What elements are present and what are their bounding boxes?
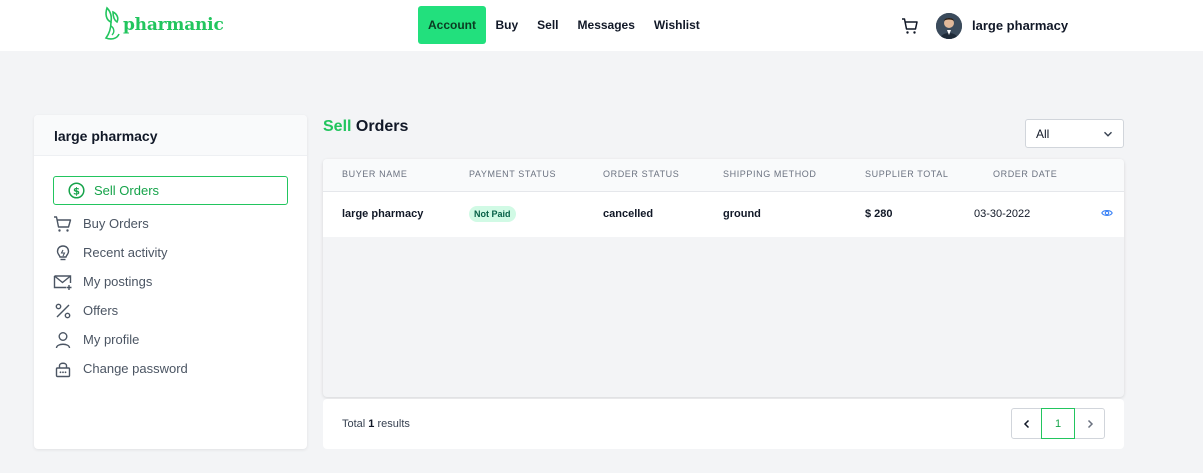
table-row[interactable]: large pharmacy Not Paid cancelled ground… (323, 192, 1124, 237)
brand-logo[interactable]: pharmanic (103, 6, 224, 44)
table-header: Buyer Name Payment Status Order Status S… (323, 159, 1124, 192)
sidebar-item-label: Buy Orders (83, 216, 149, 231)
col-payment-status[interactable]: Payment Status (469, 169, 556, 179)
cell-buyer: large pharmacy (342, 208, 424, 220)
sidebar-menu: $ Sell Orders Buy Orders Recent activity… (53, 176, 288, 383)
nav-account[interactable]: Account (418, 6, 486, 44)
nav-buy[interactable]: Buy (486, 6, 528, 44)
sidebar-item-label: Change password (83, 361, 188, 376)
sidebar-item-label: My profile (83, 332, 140, 347)
pagination: 1 (1011, 408, 1105, 439)
sidebar-item-offers[interactable]: Offers (53, 296, 288, 325)
orders-table: Buyer Name Payment Status Order Status S… (323, 159, 1124, 397)
prev-page-button[interactable] (1011, 408, 1042, 439)
filter-selected-value: All (1036, 126, 1050, 141)
sidebar-title: large pharmacy (34, 115, 307, 156)
results-prefix: Total (342, 418, 369, 430)
cell-shipping: ground (723, 208, 761, 220)
cart-icon[interactable] (900, 16, 920, 36)
nav-messages[interactable]: Messages (568, 6, 644, 44)
svg-text:$: $ (73, 186, 80, 197)
results-suffix: results (374, 418, 410, 430)
cart-icon (53, 214, 73, 234)
sidebar-item-recent-activity[interactable]: Recent activity (53, 238, 288, 267)
sidebar-item-sell-orders[interactable]: $ Sell Orders (53, 176, 288, 205)
cell-order-status: cancelled (603, 208, 654, 220)
col-order-status[interactable]: Order Status (603, 169, 679, 179)
view-eye-icon[interactable] (1101, 206, 1113, 218)
lock-icon (53, 359, 73, 379)
sidebar-item-label: Recent activity (83, 245, 168, 260)
cell-date: 03-30-2022 (974, 208, 1031, 220)
sidebar-item-change-password[interactable]: Change password (53, 354, 288, 383)
page-title-rest: Orders (351, 118, 409, 135)
status-filter-select[interactable]: All (1025, 119, 1124, 148)
sidebar-item-my-postings[interactable]: My postings (53, 267, 288, 296)
chevron-right-icon (1087, 419, 1093, 428)
sidebar-item-label: Offers (83, 303, 119, 318)
next-page-button[interactable] (1074, 408, 1105, 439)
col-order-date[interactable]: Order Date (993, 169, 1057, 179)
sidebar-item-label: My postings (83, 274, 153, 289)
page-title: Sell Orders (323, 118, 408, 136)
user-name[interactable]: large pharmacy (972, 18, 1068, 33)
percent-icon (53, 301, 73, 321)
mail-icon (53, 272, 73, 292)
leaf-logo-icon (104, 6, 120, 40)
brand-name: pharmanic (123, 15, 224, 35)
account-sidebar: large pharmacy $ Sell Orders Buy Orders … (34, 115, 307, 449)
dollar-circle-icon: $ (66, 181, 86, 201)
user-icon (53, 330, 73, 350)
page-title-accent: Sell (323, 118, 352, 135)
col-buyer-name[interactable]: Buyer Name (342, 169, 408, 179)
nav-sell[interactable]: Sell (528, 6, 568, 44)
chevron-left-icon (1023, 419, 1029, 428)
main-nav: Account Buy Sell Messages Wishlist (418, 6, 709, 44)
sidebar-item-my-profile[interactable]: My profile (53, 325, 288, 354)
chevron-down-icon (1104, 131, 1112, 137)
avatar[interactable] (936, 13, 962, 39)
results-summary: Total 1 results (342, 418, 410, 430)
sidebar-item-buy-orders[interactable]: Buy Orders (53, 209, 288, 238)
col-shipping-method[interactable]: Shipping Method (723, 169, 817, 179)
top-header: pharmanic Account Buy Sell Messages Wish… (0, 0, 1203, 51)
sidebar-item-label: Sell Orders (94, 183, 160, 198)
nav-wishlist[interactable]: Wishlist (644, 6, 709, 44)
cell-total: $ 280 (865, 208, 893, 220)
payment-status-badge: Not Paid (469, 206, 516, 222)
col-supplier-total[interactable]: Supplier Total (865, 169, 948, 179)
table-footer: Total 1 results 1 (323, 399, 1124, 449)
lightbulb-icon (53, 243, 73, 263)
page-button-current[interactable]: 1 (1041, 408, 1075, 439)
